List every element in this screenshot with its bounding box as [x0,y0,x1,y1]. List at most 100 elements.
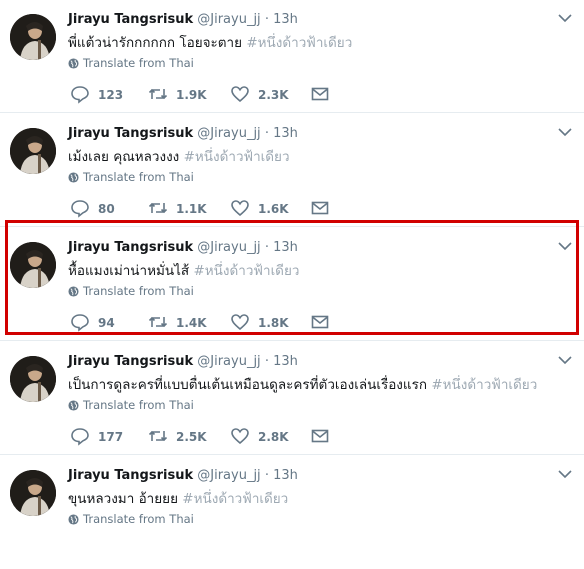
heart-icon [231,428,249,445]
translate-link[interactable]: Translate from Thai [68,512,194,526]
tweet-2[interactable]: Jirayu Tangsrisuk @Jirayu_jj · 13h เม้งเ… [0,114,584,227]
envelope-icon [311,429,329,443]
translate-label: Translate from Thai [83,56,194,70]
retweet-button[interactable]: 1.9K [148,84,207,104]
tweet-header: Jirayu Tangsrisuk @Jirayu_jj · 13h [68,354,298,369]
separator-dot: · [264,468,269,483]
author-name[interactable]: Jirayu Tangsrisuk [68,12,193,27]
translate-label: Translate from Thai [83,512,194,526]
hashtag-link[interactable]: #หนึ่งด้าวฟ้าเดียว [246,35,352,51]
author-name[interactable]: Jirayu Tangsrisuk [68,468,193,483]
author-name[interactable]: Jirayu Tangsrisuk [68,240,193,255]
hashtag-link[interactable]: #หนึ่งด้าวฟ้าเดียว [431,377,537,393]
action-bar: 80 1.1K 1.6K [70,198,340,218]
translate-label: Translate from Thai [83,284,194,298]
translate-link[interactable]: Translate from Thai [68,56,194,70]
tweet-1[interactable]: Jirayu Tangsrisuk @Jirayu_jj · 13h พี่แต… [0,0,584,113]
author-handle[interactable]: @Jirayu_jj [197,12,260,27]
retweet-count: 2.5K [176,430,207,444]
retweet-icon [148,88,168,100]
like-button[interactable]: 2.8K [230,426,289,446]
reply-icon [71,200,89,218]
separator-dot: · [264,354,269,369]
chevron-down-icon[interactable] [558,469,572,479]
tweet-body: ขุนหลวงมา อ้ายยย [68,491,178,507]
like-button[interactable]: 1.8K [230,312,289,332]
retweet-icon [148,202,168,214]
translate-link[interactable]: Translate from Thai [68,284,194,298]
action-bar: 177 2.5K 2.8K [70,426,340,446]
tweet-4[interactable]: Jirayu Tangsrisuk @Jirayu_jj · 13h เป็นก… [0,342,584,455]
avatar[interactable] [10,242,56,288]
hashtag-link[interactable]: #หนึ่งด้าวฟ้าเดียว [193,263,299,279]
tweet-body: เป็นการดูละครที่แบบตื่นเต้นเหมือนดูละครท… [68,377,428,393]
author-handle[interactable]: @Jirayu_jj [197,240,260,255]
tweet-text: เม้งเลย คุณหลวงงง #หนึ่งด้าวฟ้าเดียว [68,145,290,167]
avatar[interactable] [10,470,56,516]
timestamp[interactable]: 13h [273,354,298,369]
like-count: 1.8K [258,316,289,330]
author-handle[interactable]: @Jirayu_jj [197,354,260,369]
direct-message-button[interactable] [310,426,338,446]
reply-button[interactable]: 80 [70,198,115,218]
tweet-header: Jirayu Tangsrisuk @Jirayu_jj · 13h [68,12,298,27]
retweet-button[interactable]: 1.4K [148,312,207,332]
retweet-count: 1.4K [176,316,207,330]
tweet-3[interactable]: Jirayu Tangsrisuk @Jirayu_jj · 13h หื้อแ… [0,228,584,341]
reply-button[interactable]: 123 [70,84,123,104]
retweet-icon [148,316,168,328]
direct-message-button[interactable] [310,312,338,332]
retweet-count: 1.9K [176,88,207,102]
avatar[interactable] [10,128,56,174]
tweet-text: ขุนหลวงมา อ้ายยย #หนึ่งด้าวฟ้าเดียว [68,487,288,509]
retweet-button[interactable]: 2.5K [148,426,207,446]
author-handle[interactable]: @Jirayu_jj [197,468,260,483]
hashtag-link[interactable]: #หนึ่งด้าวฟ้าเดียว [182,491,288,507]
envelope-icon [311,87,329,101]
translate-link[interactable]: Translate from Thai [68,170,194,184]
reply-button[interactable]: 94 [70,312,115,332]
heart-icon [231,200,249,217]
translate-label: Translate from Thai [83,170,194,184]
separator-dot: · [264,12,269,27]
avatar[interactable] [10,14,56,60]
translate-label: Translate from Thai [83,398,194,412]
like-button[interactable]: 1.6K [230,198,289,218]
timestamp[interactable]: 13h [273,240,298,255]
avatar[interactable] [10,356,56,402]
heart-icon [231,314,249,331]
chevron-down-icon[interactable] [558,355,572,365]
tweet-body: พี่แต้วน่ารักกกกกก โอยจะตาย [68,35,243,51]
author-name[interactable]: Jirayu Tangsrisuk [68,354,193,369]
chevron-down-icon[interactable] [558,241,572,251]
globe-icon [68,58,79,69]
tweet-5[interactable]: Jirayu Tangsrisuk @Jirayu_jj · 13h ขุนหล… [0,456,584,569]
chevron-down-icon[interactable] [558,13,572,23]
heart-icon [231,86,249,103]
globe-icon [68,400,79,411]
chevron-down-icon[interactable] [558,127,572,137]
hashtag-link[interactable]: #หนึ่งด้าวฟ้าเดียว [184,149,290,165]
envelope-icon [311,201,329,215]
timestamp[interactable]: 13h [273,12,298,27]
timestamp[interactable]: 13h [273,468,298,483]
author-name[interactable]: Jirayu Tangsrisuk [68,126,193,141]
reply-icon [71,428,89,446]
action-bar: 94 1.4K 1.8K [70,312,340,332]
reply-count: 94 [98,316,115,330]
timestamp[interactable]: 13h [273,126,298,141]
retweet-icon [148,430,168,442]
retweet-button[interactable]: 1.1K [148,198,207,218]
tweet-text: พี่แต้วน่ารักกกกกก โอยจะตาย #หนึ่งด้าวฟ้… [68,31,352,53]
retweet-count: 1.1K [176,202,207,216]
reply-count: 123 [98,88,124,102]
tweet-feed: Jirayu Tangsrisuk @Jirayu_jj · 13h พี่แต… [0,0,584,536]
like-button[interactable]: 2.3K [230,84,289,104]
author-handle[interactable]: @Jirayu_jj [197,126,260,141]
tweet-body: หื้อแมงเม่าน่าหมั่นไส้ [68,263,190,279]
direct-message-button[interactable] [310,198,338,218]
reply-button[interactable]: 177 [70,426,123,446]
tweet-header: Jirayu Tangsrisuk @Jirayu_jj · 13h [68,126,298,141]
direct-message-button[interactable] [310,84,338,104]
translate-link[interactable]: Translate from Thai [68,398,194,412]
